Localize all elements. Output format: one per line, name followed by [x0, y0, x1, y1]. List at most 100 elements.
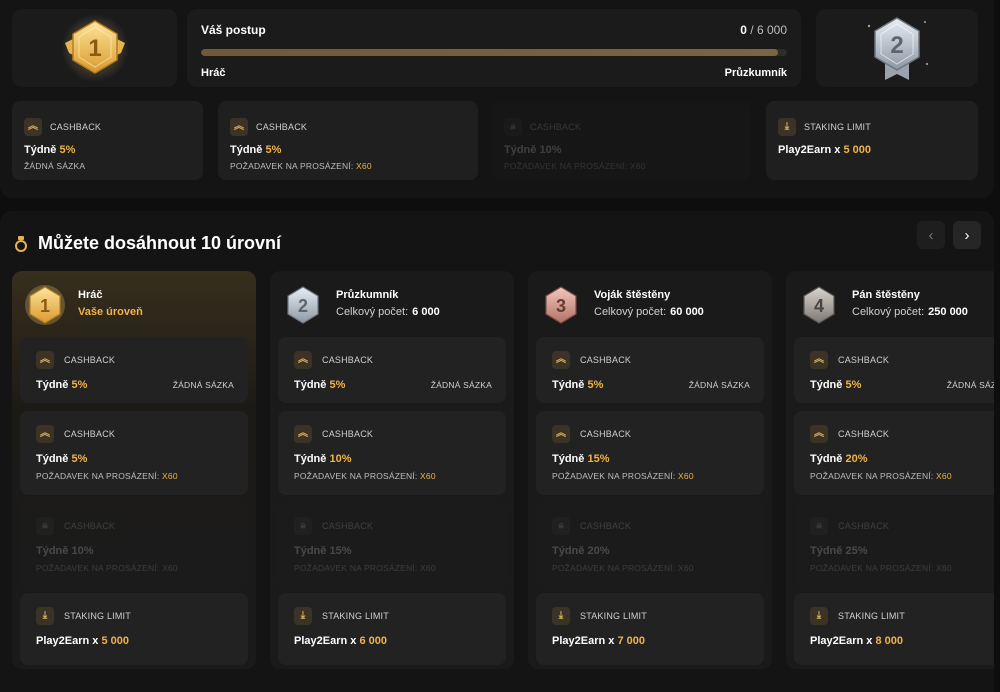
level-perk-cashback: ︽ CASHBACK Týdně 15% POŽADAVEK NA PROSÁZE…	[536, 411, 764, 495]
level-total-label: Celkový počet: 6 000	[336, 306, 440, 318]
perk-label: CASHBACK	[322, 355, 374, 365]
perk-label: CASHBACK	[580, 355, 632, 365]
perk-value: Týdně 10%	[504, 144, 562, 156]
level-card-2: 2 Průzkumník Celkový počet: 6 000 ︽ CASHB…	[270, 271, 514, 669]
next-level-badge-box: 2	[816, 9, 978, 87]
perk-value: Týdně 15%	[552, 453, 610, 465]
perk-sub: POŽADAVEK NA PROSÁZENÍ: X60	[230, 161, 372, 171]
level-name: Voják štěstěny	[594, 289, 671, 301]
perk-note: ŽÁDNÁ SÁZKA	[688, 380, 750, 390]
svg-text:1: 1	[40, 296, 50, 316]
perk-label: CASHBACK	[64, 521, 116, 531]
perk-label: CASHBACK	[838, 429, 890, 439]
download-icon: ⤓	[294, 607, 312, 625]
perk-sub: ŽÁDNÁ SÁZKA	[24, 161, 86, 171]
level-perk-cashback: ︽ CASHBACK Týdně 5% ŽÁDNÁ SÁZKA	[20, 337, 248, 403]
progress-box: Váš postup 0 / 6 000 Hráč Průzkumník	[187, 9, 801, 87]
perk-value: Týdně 15%	[294, 545, 352, 557]
perk-sub: POŽADAVEK NA PROSÁZENÍ: X60	[36, 471, 178, 481]
perk-label: STAKING LIMIT	[838, 611, 905, 621]
perk-value: Týdně 20%	[810, 453, 868, 465]
progress-to-level: Průzkumník	[724, 67, 787, 79]
level-1-badge-icon: 1	[60, 14, 129, 82]
perk-sub: POŽADAVEK NA PROSÁZENÍ: X60	[36, 563, 178, 573]
perk-sub: POŽADAVEK NA PROSÁZENÍ: X60	[552, 563, 694, 573]
chevrons-up-icon: ︽	[552, 425, 570, 443]
perk-value: Týdně 10%	[36, 545, 94, 557]
chevrons-up-icon: ︽	[294, 351, 312, 369]
perk-value: Play2Earn x 5 000	[36, 635, 129, 647]
perk-label: CASHBACK	[50, 122, 102, 132]
perk-label: STAKING LIMIT	[804, 122, 871, 132]
level-header: 2 Průzkumník Celkový počet: 6 000	[280, 281, 510, 331]
level-perk-cashback: ︽ CASHBACK Týdně 10% POŽADAVEK NA PROSÁZE…	[278, 411, 506, 495]
perk-value: Týdně 5%	[24, 144, 76, 156]
perk-label: CASHBACK	[838, 521, 890, 531]
chevrons-up-icon: ︽	[36, 351, 54, 369]
progress-separator: /	[746, 23, 757, 37]
level-card-3: 3 Voják štěstěny Celkový počet: 60 000 ︽ …	[528, 271, 772, 669]
download-icon: ⤓	[810, 607, 828, 625]
level-perk-cashback: ︽ CASHBACK Týdně 20% POŽADAVEK NA PROSÁZE…	[794, 411, 994, 495]
perk-value: Týdně 5%	[294, 379, 346, 391]
level-perk-cashback: ︽ CASHBACK Týdně 5% ŽÁDNÁ SÁZKA	[536, 337, 764, 403]
lock-icon: 🔒︎	[294, 517, 312, 535]
level-header: 4 Pán štěstěny Celkový počet: 250 000	[796, 281, 994, 331]
progress-from-level: Hráč	[201, 67, 226, 79]
level-4-badge-icon: 4	[803, 286, 835, 324]
perk-value: Týdně 5%	[230, 144, 282, 156]
progress-fill	[201, 49, 779, 56]
level-perk-staking-limit: ⤓ STAKING LIMIT Play2Earn x 8 000	[794, 593, 994, 665]
level-header: 3 Voják štěstěny Celkový počet: 60 000	[538, 281, 768, 331]
top-perk-cashback-1: ︽ CASHBACK Týdně 5% ŽÁDNÁ SÁZKA	[12, 101, 203, 180]
level-name: Hráč	[78, 289, 103, 301]
progress-title: Váš postup	[201, 23, 266, 37]
chevrons-up-icon: ︽	[230, 118, 248, 136]
perk-value: Týdně 10%	[294, 453, 352, 465]
progress-count: 0 / 6 000	[740, 23, 787, 37]
perk-value: Play2Earn x 8 000	[810, 635, 903, 647]
level-2-badge-icon: 2	[867, 17, 929, 80]
perk-note: ŽÁDNÁ SÁZKA	[946, 380, 994, 390]
perk-value: Týdně 5%	[36, 453, 88, 465]
progress-panel: 1 Váš postup 0 / 6 000 Hráč Průzkumník 2	[0, 0, 994, 198]
perk-label: CASHBACK	[256, 122, 308, 132]
perk-label: CASHBACK	[322, 429, 374, 439]
level-total-label: Celkový počet: 250 000	[852, 306, 968, 318]
top-perk-staking-limit: ⤓ STAKING LIMIT Play2Earn x 5 000	[766, 101, 978, 180]
prev-button[interactable]: ‹	[917, 221, 945, 249]
level-card-1: 1 Hráč Vaše úroveň ︽ CASHBACK Týdně 5% ŽÁ…	[12, 271, 256, 669]
chevrons-up-icon: ︽	[552, 351, 570, 369]
perk-label: CASHBACK	[580, 429, 632, 439]
perk-label: CASHBACK	[838, 355, 890, 365]
perk-sub: POŽADAVEK NA PROSÁZENÍ: X60	[810, 563, 952, 573]
chevrons-up-icon: ︽	[294, 425, 312, 443]
top-perk-cashback-locked: 🔒︎ CASHBACK Týdně 10% POŽADAVEK NA PROSÁ…	[492, 101, 751, 180]
lock-icon: 🔒︎	[36, 517, 54, 535]
level-current-label: Vaše úroveň	[78, 306, 143, 318]
svg-text:1: 1	[88, 35, 101, 62]
level-name: Pán štěstěny	[852, 289, 920, 301]
lock-icon: 🔒︎	[552, 517, 570, 535]
perk-label: CASHBACK	[64, 429, 116, 439]
perk-value: Týdně 20%	[552, 545, 610, 557]
perk-sub: POŽADAVEK NA PROSÁZENÍ: X60	[294, 563, 436, 573]
perk-value: Týdně 5%	[810, 379, 862, 391]
perk-value: Týdně 25%	[810, 545, 868, 557]
progress-target: 6 000	[756, 23, 787, 37]
perk-label: CASHBACK	[64, 355, 116, 365]
perk-value: Play2Earn x 5 000	[778, 144, 871, 156]
lock-icon: 🔒︎	[810, 517, 828, 535]
perk-label: CASHBACK	[580, 521, 632, 531]
level-perk-cashback: ︽ CASHBACK Týdně 5% ŽÁDNÁ SÁZKA	[794, 337, 994, 403]
level-perk-staking-limit: ⤓ STAKING LIMIT Play2Earn x 7 000	[536, 593, 764, 665]
levels-heading: Můžete dosáhnout 10 úrovní	[14, 233, 281, 254]
perk-sub: POŽADAVEK NA PROSÁZENÍ: X60	[294, 471, 436, 481]
level-total-label: Celkový počet: 60 000	[594, 306, 704, 318]
next-button[interactable]: ›	[953, 221, 981, 249]
svg-text:3: 3	[556, 296, 566, 316]
perk-label: STAKING LIMIT	[64, 611, 131, 621]
level-card-4: 4 Pán štěstěny Celkový počet: 250 000 ︽ C…	[786, 271, 994, 669]
progress-bar	[201, 49, 787, 56]
chevrons-up-icon: ︽	[810, 425, 828, 443]
